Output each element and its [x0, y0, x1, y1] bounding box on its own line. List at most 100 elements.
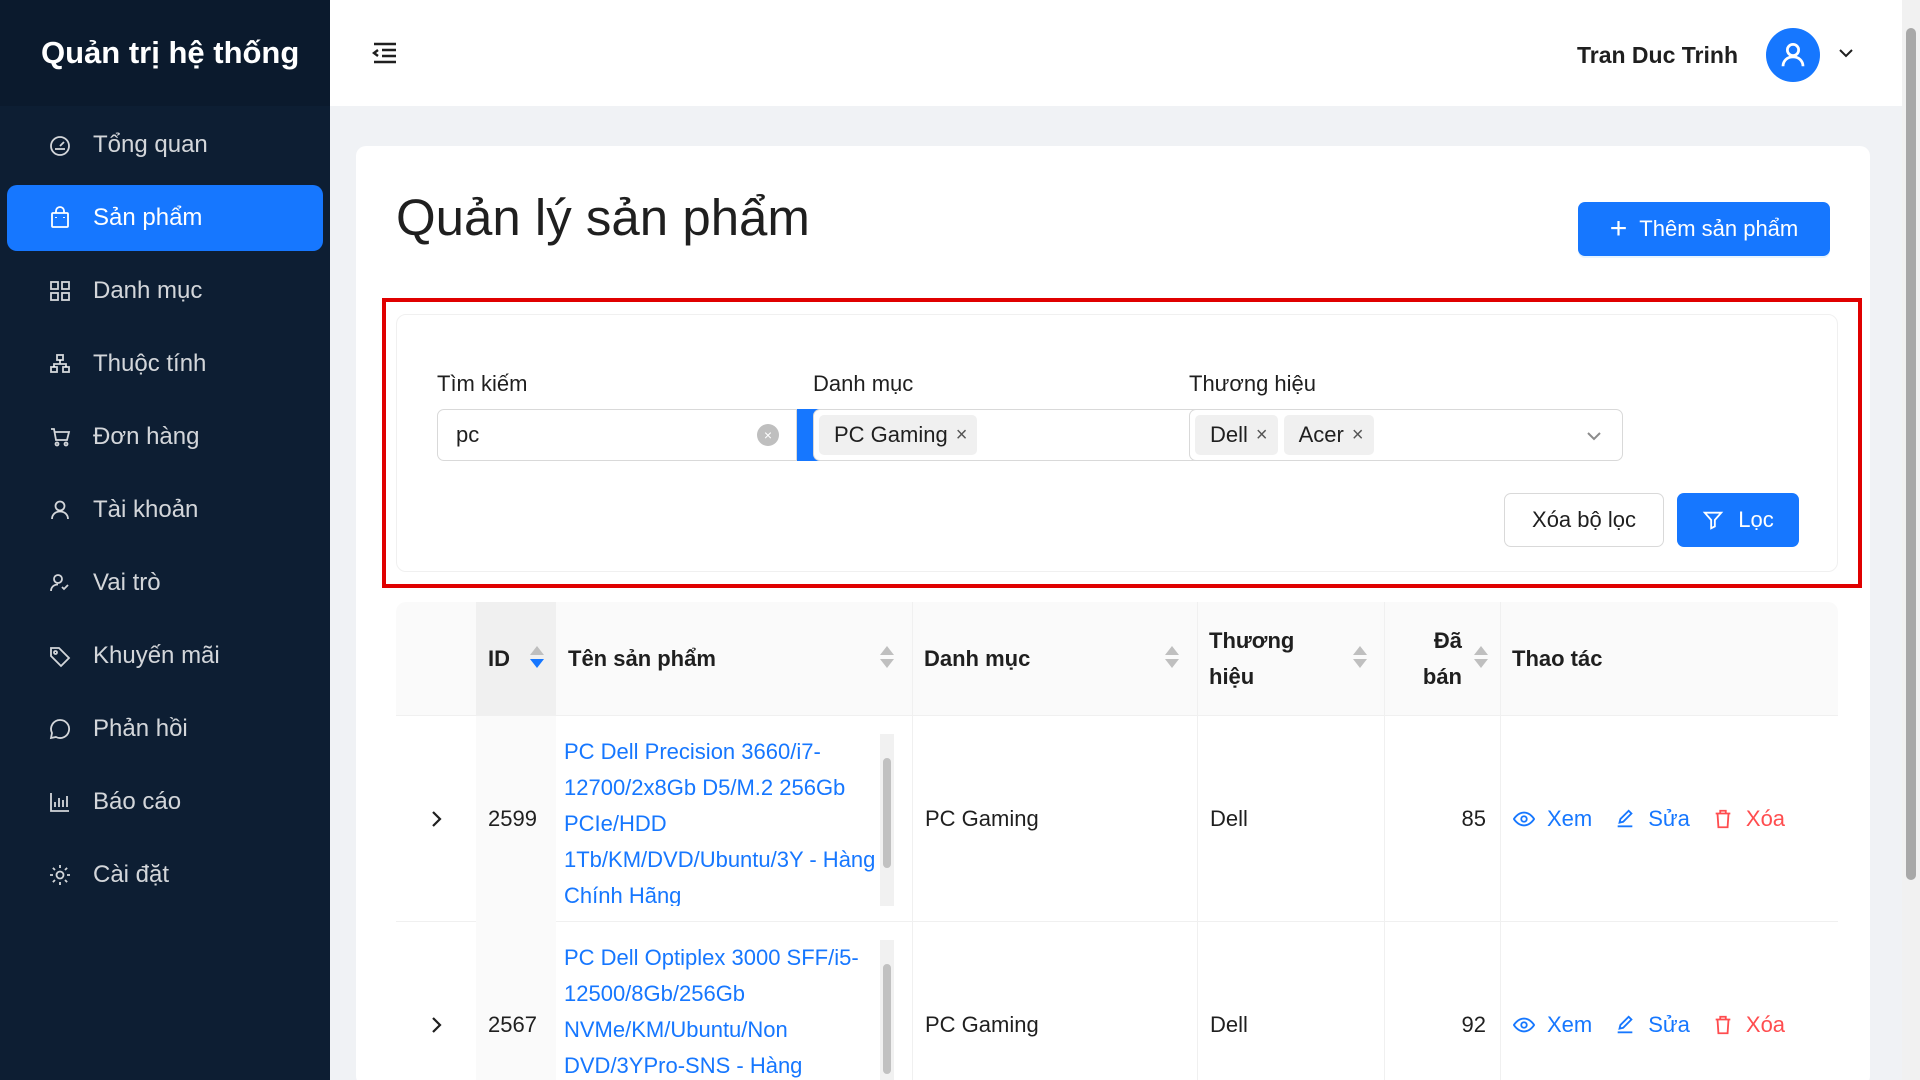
column-label: Thương hiệu	[1209, 628, 1295, 689]
column-header-sold[interactable]: Đã bán	[1384, 602, 1500, 716]
edit-button[interactable]: Sửa	[1614, 806, 1690, 832]
column-header-brand[interactable]: Thương hiệu	[1197, 602, 1384, 716]
tag-label: Acer	[1298, 422, 1344, 447]
product-name-link[interactable]: PC Dell Precision 3660/i7-12700/2x8Gb D5…	[564, 734, 876, 906]
column-label: Đã bán	[1422, 628, 1462, 689]
trash-icon	[1715, 1015, 1731, 1035]
sidebar-item-reports[interactable]: Báo cáo	[7, 769, 323, 835]
column-label: Thao tác	[1512, 646, 1603, 671]
table-row: 2599 PC Dell Precision 3660/i7-12700/2x8…	[396, 716, 1838, 922]
sort-icon[interactable]	[1353, 646, 1367, 672]
column-header-name[interactable]: Tên sản phẩm	[556, 602, 912, 716]
user-name: Tran Duc Trinh	[1576, 41, 1738, 68]
brand-select[interactable]: Dell × Acer ×	[1189, 409, 1623, 461]
sidebar: Quản trị hệ thống Tổng quan Sản phẩm Dan…	[0, 0, 330, 1080]
add-product-button[interactable]: + Thêm sản phẩm	[1578, 202, 1830, 256]
bar-chart-icon	[47, 789, 73, 815]
grid-icon	[47, 278, 73, 304]
sidebar-item-settings[interactable]: Cài đặt	[7, 842, 323, 908]
sidebar-item-label: Tổng quan	[93, 131, 208, 158]
brand-tag: Dell ×	[1195, 415, 1278, 455]
search-label: Tìm kiếm	[437, 371, 528, 396]
sidebar-item-label: Phản hồi	[93, 715, 188, 742]
sidebar-item-label: Cài đặt	[93, 861, 170, 888]
tag-icon	[47, 643, 73, 669]
user-icon	[1781, 43, 1805, 67]
sidebar-item-products[interactable]: Sản phẩm	[7, 185, 323, 251]
add-product-label: Thêm sản phẩm	[1639, 216, 1799, 241]
sidebar-item-overview[interactable]: Tổng quan	[7, 112, 323, 178]
scrollbar-thumb[interactable]	[1906, 28, 1916, 880]
close-icon[interactable]: ×	[1352, 424, 1364, 447]
view-button[interactable]: Xem	[1513, 806, 1592, 832]
chevron-down-icon[interactable]	[1836, 43, 1856, 68]
avatar[interactable]	[1766, 28, 1820, 82]
top-header: Tran Duc Trinh	[330, 0, 1902, 106]
settings-icon	[47, 862, 73, 888]
column-header-category[interactable]: Danh mục	[912, 602, 1197, 716]
column-header-actions: Thao tác	[1500, 602, 1838, 716]
filter-button-label: Lọc	[1738, 507, 1774, 532]
content-card: Quản lý sản phẩm + Thêm sản phẩm Tìm kiế…	[356, 146, 1870, 1080]
edit-label: Sửa	[1648, 1012, 1690, 1037]
category-tag: PC Gaming ×	[819, 415, 978, 455]
cell-id: 2567	[476, 922, 556, 1080]
sidebar-item-orders[interactable]: Đơn hàng	[7, 404, 323, 470]
chevron-down-icon	[1584, 426, 1604, 451]
category-select[interactable]: PC Gaming ×	[813, 409, 1247, 461]
sidebar-item-categories[interactable]: Danh mục	[7, 258, 323, 324]
shopping-bag-icon	[47, 205, 73, 231]
expand-row-icon[interactable]	[396, 922, 476, 1080]
sort-icon[interactable]	[880, 646, 894, 672]
filter-icon	[1702, 511, 1724, 530]
cell-actions: Xem Sửa Xóa	[1500, 716, 1838, 922]
sidebar-item-label: Đơn hàng	[93, 423, 200, 450]
close-icon[interactable]: ×	[956, 424, 968, 447]
column-label: Danh mục	[924, 646, 1031, 671]
cell-category: PC Gaming	[912, 922, 1197, 1080]
cell-brand: Dell	[1197, 716, 1384, 922]
app-title: Quản trị hệ thống	[0, 0, 330, 106]
delete-button[interactable]: Xóa	[1712, 1012, 1785, 1038]
close-icon[interactable]: ×	[1256, 424, 1268, 447]
column-label: Tên sản phẩm	[568, 646, 716, 671]
clear-filters-button[interactable]: Xóa bộ lọc	[1504, 493, 1664, 547]
delete-label: Xóa	[1745, 1012, 1786, 1037]
sidebar-item-feedback[interactable]: Phản hồi	[7, 696, 323, 762]
brand-tag: Acer ×	[1283, 415, 1374, 455]
sort-icon[interactable]	[1165, 646, 1179, 672]
sort-icon[interactable]	[1474, 646, 1488, 672]
page-scrollbar[interactable]	[1902, 0, 1920, 1080]
search-input[interactable]	[437, 409, 797, 461]
cell-sold: 85	[1384, 716, 1500, 922]
cell-scrollbar[interactable]	[880, 940, 894, 1080]
sidebar-item-attributes[interactable]: Thuộc tính	[7, 331, 323, 397]
table-row: 2567 PC Dell Optiplex 3000 SFF/i5-12500/…	[396, 922, 1838, 1080]
delete-label: Xóa	[1745, 806, 1786, 831]
sidebar-item-roles[interactable]: Vai trò	[7, 550, 323, 616]
cluster-icon	[47, 351, 73, 377]
user-menu[interactable]: Tran Duc Trinh	[1577, 28, 1856, 82]
edit-button[interactable]: Sửa	[1614, 1012, 1690, 1038]
sidebar-item-accounts[interactable]: Tài khoản	[7, 477, 323, 543]
expand-row-icon[interactable]	[396, 716, 476, 922]
message-icon	[47, 716, 73, 742]
dashboard-icon	[47, 132, 73, 158]
tag-label: Dell	[1210, 422, 1248, 447]
sort-icon[interactable]	[530, 646, 544, 672]
delete-button[interactable]: Xóa	[1712, 806, 1785, 832]
menu-fold-icon[interactable]	[370, 38, 400, 68]
edit-label: Sửa	[1648, 806, 1690, 831]
cell-scrollbar[interactable]	[880, 734, 894, 906]
brand-label: Thương hiệu	[1189, 371, 1317, 396]
clear-input-icon[interactable]: ×	[757, 424, 779, 446]
view-button[interactable]: Xem	[1513, 1012, 1592, 1038]
view-label: Xem	[1547, 1012, 1593, 1037]
cell-actions: Xem Sửa Xóa	[1500, 922, 1838, 1080]
sidebar-item-promotions[interactable]: Khuyến mãi	[7, 623, 323, 689]
filter-button[interactable]: Lọc	[1677, 493, 1799, 547]
column-header-id[interactable]: ID	[476, 602, 556, 716]
cell-brand: Dell	[1197, 922, 1384, 1080]
product-name-link[interactable]: PC Dell Optiplex 3000 SFF/i5-12500/8Gb/2…	[564, 940, 876, 1080]
tag-label: PC Gaming	[834, 422, 948, 447]
